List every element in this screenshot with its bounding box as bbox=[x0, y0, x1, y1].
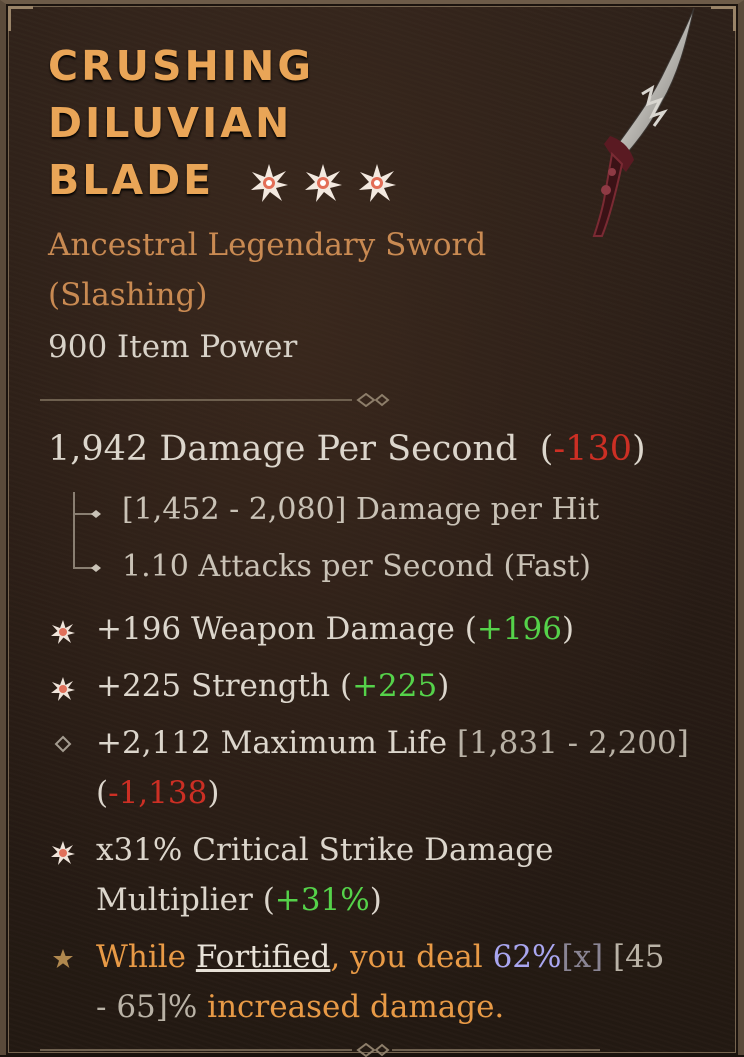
affix-open: ( bbox=[262, 882, 275, 918]
affix-close: ) bbox=[369, 882, 382, 918]
legendary-text-post: increased damage. bbox=[197, 989, 505, 1025]
legendary-power: While Fortified, you deal 62%[x] [45 - 65… bbox=[96, 932, 716, 1032]
regular-affix-icon bbox=[54, 735, 72, 753]
item-name-line-3: BLADE bbox=[48, 156, 215, 204]
greater-affix-icon bbox=[51, 620, 75, 644]
dps-delta-open: ( bbox=[539, 429, 554, 469]
affix-delta: +31% bbox=[274, 882, 370, 918]
attacks-per-second: 1.10 Attacks per Second (Fast) bbox=[122, 549, 591, 584]
affix-text: +196 Weapon Damage bbox=[96, 611, 465, 647]
section-divider bbox=[40, 393, 390, 407]
affix-text: +225 Strength bbox=[96, 668, 340, 704]
affix-open: ( bbox=[339, 668, 353, 704]
affix-delta: +196 bbox=[476, 611, 563, 647]
damage-per-hit: [1,452 - 2,080] Damage per Hit bbox=[122, 492, 600, 527]
item-type: Ancestral Legendary Sword (Slashing) bbox=[48, 220, 548, 320]
legendary-star-icon bbox=[53, 949, 73, 968]
item-type-line-2: (Slashing) bbox=[48, 277, 208, 313]
item-type-line-1: Ancestral Legendary Sword bbox=[48, 227, 487, 263]
greater-affix-star-icon bbox=[359, 163, 397, 202]
affix-text-line-1: x31% Critical Strike Damage bbox=[96, 832, 554, 868]
affix-delta: -1,138 bbox=[108, 775, 208, 811]
frame-corner-top-right bbox=[711, 6, 736, 31]
greater-affix-icon bbox=[51, 841, 75, 865]
damage-per-second: 1,942 Damage Per Second (-130) bbox=[48, 429, 646, 469]
fortified-keyword-link[interactable]: Fortified bbox=[196, 939, 331, 975]
legendary-value: 62% bbox=[492, 939, 562, 975]
affix-close: ) bbox=[437, 668, 450, 704]
affix-delta: +225 bbox=[352, 668, 438, 704]
greater-affix-star-icon bbox=[251, 163, 289, 202]
dps-delta-close: ) bbox=[631, 429, 646, 469]
item-name-line-2: DILUVIAN bbox=[48, 99, 293, 147]
affix-strength: +225 Strength (+225) bbox=[96, 661, 449, 711]
sword-icon bbox=[592, 7, 695, 237]
item-name-line-1: CRUSHING bbox=[48, 42, 315, 90]
multiplicative-tag: [x] bbox=[561, 939, 604, 975]
affix-open: ( bbox=[464, 611, 477, 647]
affix-weapon-damage: +196 Weapon Damage (+196) bbox=[96, 604, 574, 654]
legendary-range-start: [45 bbox=[603, 939, 665, 975]
frame-corner-top-left bbox=[8, 6, 33, 31]
affix-text: +2,112 Maximum Life bbox=[96, 725, 457, 761]
item-power: 900 Item Power bbox=[48, 329, 298, 365]
dps-delta: -130 bbox=[553, 429, 632, 469]
affix-close: ) bbox=[562, 611, 575, 647]
stat-tree-connector bbox=[73, 492, 101, 572]
greater-affix-count bbox=[249, 155, 411, 212]
affix-close: ) bbox=[207, 775, 220, 811]
dps-value: 1,942 Damage Per Second bbox=[48, 429, 518, 469]
legendary-range-end: - 65]% bbox=[96, 989, 198, 1025]
affix-critical-strike-damage: x31% Critical Strike Damage Multiplier (+… bbox=[96, 825, 716, 925]
affix-text-line-2: Multiplier bbox=[96, 882, 263, 918]
affix-maximum-life: +2,112 Maximum Life [1,831 - 2,200] (-1,1… bbox=[96, 718, 716, 818]
item-tooltip: CRUSHING DILUVIAN BLADE Ancestral Legend… bbox=[0, 0, 744, 1057]
legendary-text-pre: While bbox=[96, 939, 196, 975]
greater-affix-star-icon bbox=[305, 163, 343, 202]
greater-affix-icon bbox=[51, 677, 75, 701]
affix-range: [1,831 - 2,200] bbox=[456, 725, 689, 761]
affix-open: ( bbox=[96, 775, 109, 811]
item-name: CRUSHING DILUVIAN BLADE bbox=[48, 38, 488, 212]
legendary-text-mid: , you deal bbox=[330, 939, 493, 975]
